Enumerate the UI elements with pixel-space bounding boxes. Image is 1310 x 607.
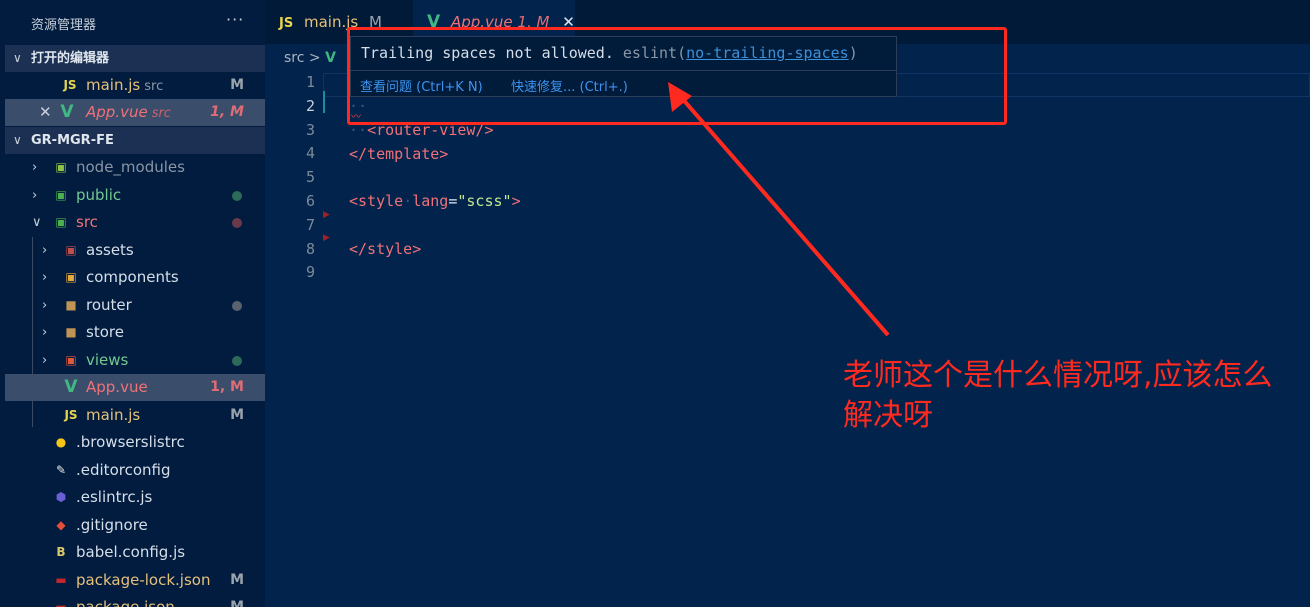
annotation-text: 老师这个是什么情况呀,应该怎么解决呀 [843,358,1273,433]
arrow-shaft [678,94,890,337]
annotation-arrow [668,82,890,337]
